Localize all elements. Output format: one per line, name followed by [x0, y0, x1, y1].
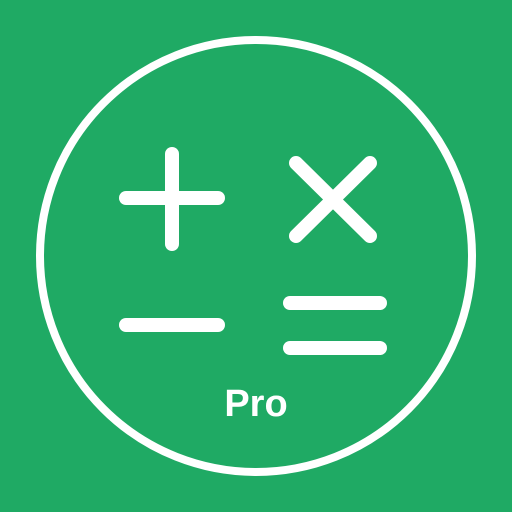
plus-icon	[119, 147, 225, 251]
pro-badge: Pro	[224, 383, 288, 425]
icon-artwork	[36, 36, 476, 476]
equals-icon	[283, 296, 387, 355]
calculator-app-icon: Pro	[0, 0, 512, 512]
multiply-icon	[289, 156, 377, 243]
